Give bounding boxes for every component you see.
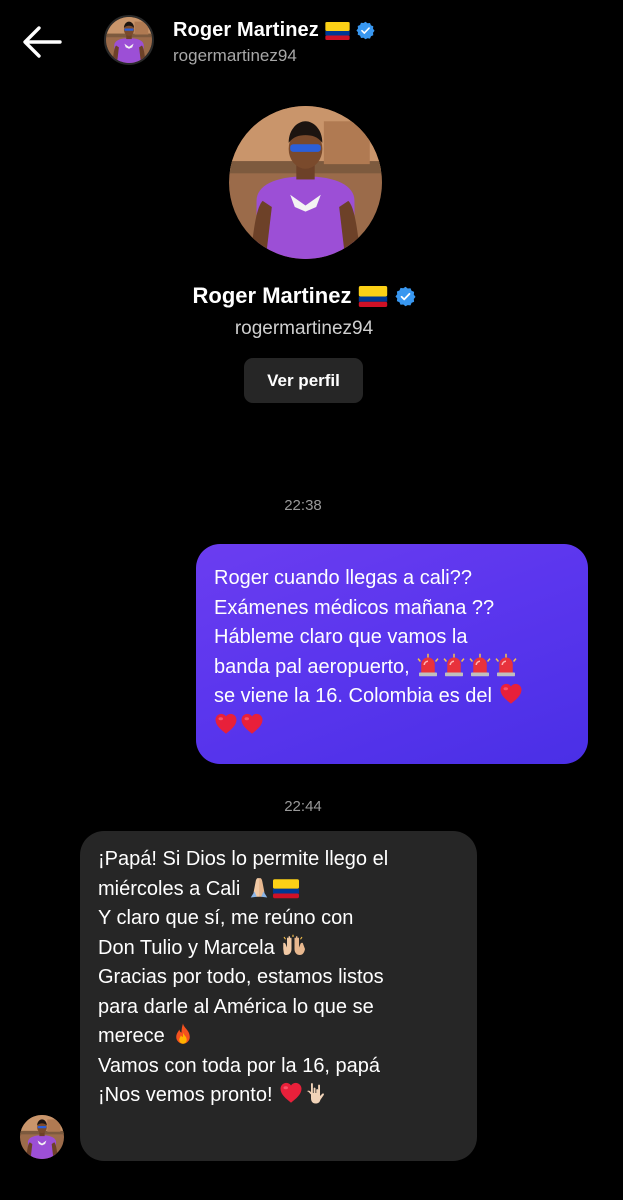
red-heart-icon [499, 682, 523, 706]
header-avatar[interactable] [104, 15, 154, 65]
message-line: Vamos con toda por la 16, papá [98, 1054, 381, 1077]
profile-name: Roger Martinez [192, 283, 352, 308]
raising-hands-icon [281, 934, 305, 958]
incoming-message-bubble[interactable]: ¡Papá! Si Dios lo permite llego el miérc… [80, 831, 477, 1161]
message-timestamp: 22:44 [284, 798, 322, 815]
profile-username: rogermartinez94 [234, 318, 374, 339]
red-heart-icon [279, 1081, 303, 1105]
message-text: se viene la 16. Colombia es del [214, 685, 492, 707]
message-timestamp: 22:38 [284, 497, 322, 514]
love-you-gesture-icon [305, 1081, 329, 1105]
verified-badge-icon [395, 286, 416, 307]
red-heart-icon [240, 712, 264, 736]
message-line: Roger cuando llegas a cali?? [214, 567, 472, 589]
message-text: miércoles a Cali [98, 877, 241, 900]
message-line: Hábleme claro que vamos la [214, 626, 468, 648]
message-line-with-emoji: miércoles a Cali [98, 875, 467, 905]
profile-avatar[interactable] [229, 106, 382, 259]
header-title-row[interactable]: Roger Martinez [173, 19, 375, 42]
police-light-icon [416, 653, 440, 677]
message-line: Gracias por todo, estamos listos [98, 966, 384, 988]
message-line-with-emoji: se viene la 16. Colombia es del [214, 682, 574, 712]
view-profile-button[interactable]: Ver perfil [244, 358, 363, 403]
message-line-with-emoji: Don Tulio y Marcela [98, 934, 467, 964]
message-line: para darle al América lo que se [98, 995, 374, 1018]
header-name: Roger Martinez [173, 19, 319, 41]
fire-icon [171, 1022, 195, 1046]
colombia-flag-icon [358, 286, 388, 307]
message-line-with-emoji: merece [98, 1022, 467, 1052]
message-text: ¡Nos vemos pronto! [98, 1084, 273, 1106]
verified-badge-icon [356, 21, 375, 40]
red-heart-icon [214, 712, 238, 736]
police-light-icon [494, 653, 518, 677]
folded-hands-icon [247, 875, 271, 899]
outgoing-message-bubble[interactable]: Roger cuando llegas a cali?? Exámenes mé… [196, 544, 588, 764]
message-line-with-emoji: ¡Nos vemos pronto! [98, 1081, 467, 1111]
police-light-icon [442, 653, 466, 677]
header-username: rogermartinez94 [173, 46, 297, 65]
police-light-icon [468, 653, 492, 677]
message-line-with-emoji [214, 712, 574, 742]
message-text: banda pal aeropuerto, [214, 655, 410, 678]
message-text: Don Tulio y Marcela [98, 936, 275, 959]
message-line-with-emoji: banda pal aeropuerto, [214, 653, 574, 683]
colombia-flag-icon [273, 875, 297, 899]
message-line: Y claro que sí, me reúno con [98, 907, 354, 929]
message-line: Exámenes médicos mañana ?? [214, 596, 495, 619]
colombia-flag-icon [325, 22, 350, 40]
back-button[interactable] [20, 22, 64, 62]
sender-avatar[interactable] [20, 1115, 64, 1159]
arrow-left-icon [23, 26, 62, 58]
chat-header: Roger Martinez rogermartinez94 [0, 0, 623, 86]
message-line: ¡Papá! Si Dios lo permite llego el [98, 848, 389, 870]
message-text: merece [98, 1025, 165, 1047]
profile-name-row: Roger Martinez [0, 283, 609, 309]
